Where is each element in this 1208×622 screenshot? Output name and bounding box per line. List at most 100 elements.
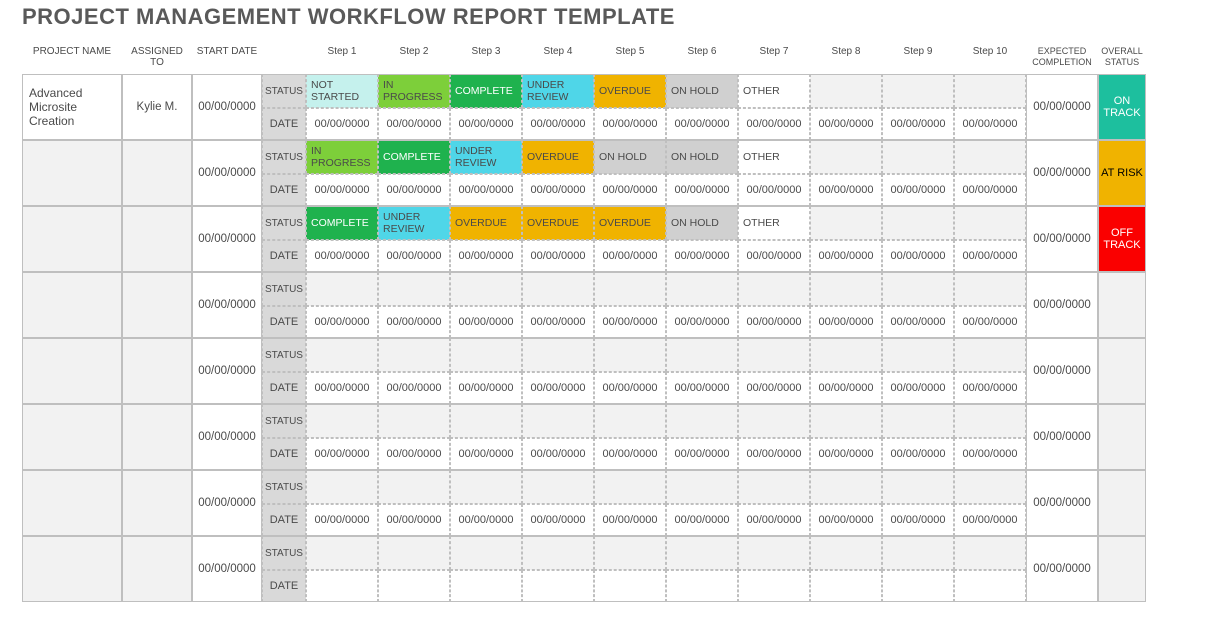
overall-status-cell[interactable] — [1098, 338, 1146, 404]
expected-cell[interactable]: 00/00/0000 — [1026, 206, 1098, 272]
date-cell[interactable] — [594, 570, 666, 602]
status-cell[interactable] — [306, 404, 378, 438]
start-date-cell[interactable]: 00/00/0000 — [192, 470, 262, 536]
date-cell[interactable]: 00/00/0000 — [810, 372, 882, 404]
date-cell[interactable]: 00/00/0000 — [594, 504, 666, 536]
date-cell[interactable]: 00/00/0000 — [378, 174, 450, 206]
start-date-cell[interactable]: 00/00/0000 — [192, 74, 262, 140]
date-cell[interactable]: 00/00/0000 — [666, 438, 738, 470]
start-date-cell[interactable]: 00/00/0000 — [192, 338, 262, 404]
status-cell[interactable] — [594, 470, 666, 504]
project-name-cell[interactable] — [22, 404, 122, 470]
status-cell[interactable] — [666, 338, 738, 372]
date-cell[interactable] — [306, 570, 378, 602]
expected-cell[interactable]: 00/00/0000 — [1026, 338, 1098, 404]
date-cell[interactable] — [954, 570, 1026, 602]
expected-cell[interactable]: 00/00/0000 — [1026, 470, 1098, 536]
expected-cell[interactable]: 00/00/0000 — [1026, 74, 1098, 140]
status-cell[interactable] — [882, 470, 954, 504]
date-cell[interactable]: 00/00/0000 — [954, 306, 1026, 338]
status-cell[interactable] — [522, 536, 594, 570]
date-cell[interactable]: 00/00/0000 — [810, 174, 882, 206]
assigned-to-cell[interactable] — [122, 536, 192, 602]
overall-status-cell[interactable]: ON TRACK — [1098, 74, 1146, 140]
status-cell[interactable] — [810, 338, 882, 372]
date-cell[interactable]: 00/00/0000 — [594, 306, 666, 338]
date-cell[interactable]: 00/00/0000 — [522, 108, 594, 140]
status-cell[interactable]: OVERDUE — [450, 206, 522, 240]
status-cell[interactable] — [450, 272, 522, 306]
date-cell[interactable]: 00/00/0000 — [738, 306, 810, 338]
status-cell[interactable] — [954, 74, 1026, 108]
date-cell[interactable]: 00/00/0000 — [882, 504, 954, 536]
status-cell[interactable] — [882, 404, 954, 438]
date-cell[interactable]: 00/00/0000 — [450, 108, 522, 140]
status-cell[interactable] — [306, 338, 378, 372]
date-cell[interactable]: 00/00/0000 — [810, 504, 882, 536]
status-cell[interactable] — [666, 272, 738, 306]
assigned-to-cell[interactable] — [122, 140, 192, 206]
status-cell[interactable] — [954, 206, 1026, 240]
start-date-cell[interactable]: 00/00/0000 — [192, 404, 262, 470]
status-cell[interactable] — [882, 272, 954, 306]
project-name-cell[interactable] — [22, 272, 122, 338]
status-cell[interactable] — [882, 74, 954, 108]
status-cell[interactable]: IN PROGRESS — [378, 74, 450, 108]
status-cell[interactable] — [450, 404, 522, 438]
expected-cell[interactable]: 00/00/0000 — [1026, 272, 1098, 338]
date-cell[interactable]: 00/00/0000 — [666, 306, 738, 338]
date-cell[interactable] — [882, 570, 954, 602]
status-cell[interactable]: COMPLETE — [450, 74, 522, 108]
assigned-to-cell[interactable] — [122, 470, 192, 536]
date-cell[interactable]: 00/00/0000 — [666, 504, 738, 536]
status-cell[interactable] — [810, 470, 882, 504]
date-cell[interactable] — [450, 570, 522, 602]
start-date-cell[interactable]: 00/00/0000 — [192, 206, 262, 272]
status-cell[interactable] — [882, 206, 954, 240]
status-cell[interactable]: OVERDUE — [522, 206, 594, 240]
date-cell[interactable]: 00/00/0000 — [594, 174, 666, 206]
status-cell[interactable]: UNDER REVIEW — [522, 74, 594, 108]
date-cell[interactable]: 00/00/0000 — [882, 306, 954, 338]
date-cell[interactable]: 00/00/0000 — [306, 108, 378, 140]
date-cell[interactable]: 00/00/0000 — [378, 306, 450, 338]
status-cell[interactable] — [306, 470, 378, 504]
overall-status-cell[interactable]: AT RISK — [1098, 140, 1146, 206]
status-cell[interactable] — [378, 272, 450, 306]
status-cell[interactable] — [666, 470, 738, 504]
date-cell[interactable]: 00/00/0000 — [738, 438, 810, 470]
status-cell[interactable] — [378, 536, 450, 570]
date-cell[interactable]: 00/00/0000 — [450, 504, 522, 536]
status-cell[interactable] — [810, 140, 882, 174]
project-name-cell[interactable] — [22, 140, 122, 206]
date-cell[interactable] — [522, 570, 594, 602]
status-cell[interactable] — [594, 536, 666, 570]
date-cell[interactable]: 00/00/0000 — [450, 438, 522, 470]
status-cell[interactable] — [666, 536, 738, 570]
status-cell[interactable] — [738, 338, 810, 372]
date-cell[interactable]: 00/00/0000 — [450, 240, 522, 272]
date-cell[interactable]: 00/00/0000 — [378, 240, 450, 272]
date-cell[interactable] — [378, 570, 450, 602]
status-cell[interactable] — [954, 338, 1026, 372]
date-cell[interactable] — [810, 570, 882, 602]
status-cell[interactable] — [882, 338, 954, 372]
status-cell[interactable]: ON HOLD — [666, 206, 738, 240]
status-cell[interactable] — [738, 470, 810, 504]
status-cell[interactable] — [954, 404, 1026, 438]
overall-status-cell[interactable] — [1098, 536, 1146, 602]
assigned-to-cell[interactable]: Kylie M. — [122, 74, 192, 140]
date-cell[interactable]: 00/00/0000 — [594, 438, 666, 470]
overall-status-cell[interactable] — [1098, 470, 1146, 536]
date-cell[interactable]: 00/00/0000 — [450, 306, 522, 338]
date-cell[interactable]: 00/00/0000 — [666, 372, 738, 404]
status-cell[interactable]: COMPLETE — [378, 140, 450, 174]
date-cell[interactable]: 00/00/0000 — [306, 306, 378, 338]
status-cell[interactable] — [882, 536, 954, 570]
status-cell[interactable] — [450, 536, 522, 570]
date-cell[interactable]: 00/00/0000 — [810, 438, 882, 470]
status-cell[interactable]: OVERDUE — [522, 140, 594, 174]
project-name-cell[interactable] — [22, 206, 122, 272]
status-cell[interactable] — [306, 536, 378, 570]
status-cell[interactable] — [810, 536, 882, 570]
